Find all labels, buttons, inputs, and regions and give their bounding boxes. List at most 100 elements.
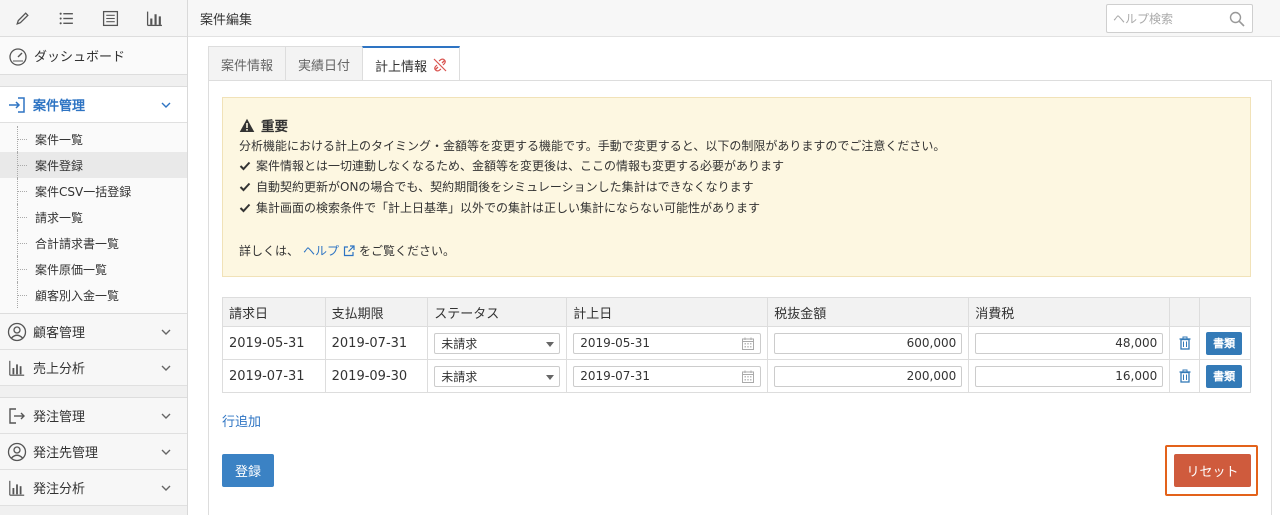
billing-date-cell: 2019-05-31 xyxy=(222,326,326,360)
sidebar-item-order-mgmt[interactable]: 発注管理 xyxy=(0,398,187,434)
case-submenu: 案件一覧 案件登録 案件CSV一括登録 請求一覧 合計請求書一覧 案件原価一覧 … xyxy=(0,123,187,314)
docs-cell: 書類 xyxy=(1199,326,1251,360)
help-link-text: ヘルプ xyxy=(303,244,340,258)
pencil-icon[interactable] xyxy=(0,0,44,37)
tax-input[interactable]: 16,000 xyxy=(975,365,1164,387)
chevron-down-icon xyxy=(161,449,171,455)
sidebar-item-label: 顧客管理 xyxy=(33,326,86,341)
docs-cell: 書類 xyxy=(1199,359,1251,393)
tax-cell: 48,000 xyxy=(968,326,1171,360)
bar-chart-icon[interactable] xyxy=(132,0,176,37)
sidebar-toolbar xyxy=(0,0,187,37)
amount-input[interactable]: 200,000 xyxy=(774,365,963,387)
status-select-value: 未請求 xyxy=(441,369,478,384)
help-prefix: 詳しくは、 xyxy=(239,244,300,258)
delete-cell xyxy=(1169,326,1201,360)
notice-item-text: 自動契約更新がONの場合でも、契約期間後をシミュレーションした集計はできなくなり… xyxy=(256,180,754,194)
sidebar-item-order-analysis[interactable]: 発注分析 xyxy=(0,470,187,506)
sidebar-item-dashboard[interactable]: ダッシュボード xyxy=(0,37,187,75)
status-select[interactable]: 未請求 xyxy=(434,365,561,387)
tab-record-info[interactable]: 計上情報 xyxy=(362,46,461,82)
sidebar-item-customer-payment[interactable]: 顧客別入金一覧 xyxy=(0,282,187,308)
caret-down-icon xyxy=(546,341,555,347)
sidebar-item-label: 案件管理 xyxy=(33,99,86,114)
status-select[interactable]: 未請求 xyxy=(434,332,561,354)
check-icon xyxy=(239,182,251,191)
calendar-icon[interactable] xyxy=(742,337,755,350)
record-date-input[interactable]: 2019-07-31 xyxy=(573,365,762,387)
tab-case-info[interactable]: 案件情報 xyxy=(208,46,287,81)
speedometer-icon xyxy=(8,46,28,66)
search-icon[interactable] xyxy=(1229,11,1245,27)
due-date-cell: 2019-07-31 xyxy=(324,326,429,360)
sidebar-item-invoice-list[interactable]: 請求一覧 xyxy=(0,204,187,230)
help-search-box xyxy=(1106,4,1253,33)
sidebar-item-label: 発注分析 xyxy=(33,482,86,497)
record-date-value: 2019-07-31 xyxy=(580,369,651,383)
chevron-down-icon xyxy=(161,413,171,419)
unlink-icon xyxy=(433,58,447,72)
trash-icon[interactable] xyxy=(1178,369,1192,383)
check-icon xyxy=(239,161,251,170)
help-search-input[interactable] xyxy=(1107,5,1225,32)
sign-in-icon xyxy=(7,95,27,115)
submit-button[interactable]: 登録 xyxy=(222,454,274,487)
calendar-icon[interactable] xyxy=(742,370,755,383)
status-select-value: 未請求 xyxy=(441,336,478,351)
sidebar-item-supplier-mgmt[interactable]: 発注先管理 xyxy=(0,434,187,470)
list-box-icon[interactable] xyxy=(88,0,132,37)
warning-icon xyxy=(239,118,255,132)
important-notice: 重要 分析機能における計上のタイミング・金額等を変更する機能です。手動で変更する… xyxy=(222,97,1251,277)
notice-item-text: 集計画面の検索条件で「計上日基準」以外での集計は正しい集計にならない可能性があり… xyxy=(256,201,761,215)
sidebar-divider xyxy=(0,75,187,87)
billing-date-cell: 2019-07-31 xyxy=(222,359,326,393)
external-link-icon xyxy=(343,244,355,256)
chevron-down-icon xyxy=(161,329,171,335)
sign-out-icon xyxy=(7,406,27,426)
col-due-date: 支払期限 xyxy=(324,297,429,327)
notice-item: 集計画面の検索条件で「計上日基準」以外での集計は正しい集計にならない可能性があり… xyxy=(239,197,1234,218)
status-cell: 未請求 xyxy=(427,359,568,393)
chevron-down-icon xyxy=(161,365,171,371)
notice-description: 分析機能における計上のタイミング・金額等を変更する機能です。手動で変更すると、以… xyxy=(239,139,946,153)
tax-cell: 16,000 xyxy=(968,359,1171,393)
col-delete xyxy=(1169,297,1201,327)
add-row-link[interactable]: 行追加 xyxy=(222,411,261,430)
sidebar-item-case-list[interactable]: 案件一覧 xyxy=(0,126,187,152)
amount-cell: 600,000 xyxy=(767,326,970,360)
notice-item: 案件情報とは一切連動しなくなるため、金額等を変更後は、ここの情報も変更する必要が… xyxy=(239,155,1234,176)
notice-help-line: 詳しくは、 ヘルプ をご覧ください。 xyxy=(239,242,1234,259)
sidebar-item-label: ダッシュボード xyxy=(34,50,126,65)
bar-chart-icon xyxy=(7,478,27,498)
sidebar-item-sales-analysis[interactable]: 売上分析 xyxy=(0,350,187,386)
sidebar-item-customer-mgmt[interactable]: 顧客管理 xyxy=(0,314,187,350)
record-date-cell: 2019-07-31 xyxy=(566,359,769,393)
record-date-input[interactable]: 2019-05-31 xyxy=(573,332,762,354)
sidebar-item-total-invoice[interactable]: 合計請求書一覧 xyxy=(0,230,187,256)
sidebar-item-label: 売上分析 xyxy=(33,362,86,377)
help-link[interactable]: ヘルプ xyxy=(303,242,355,259)
sidebar-item-case-csv[interactable]: 案件CSV一括登録 xyxy=(0,178,187,204)
notice-title-text: 重要 xyxy=(261,119,288,135)
help-suffix: をご覧ください。 xyxy=(359,244,456,258)
list-icon[interactable] xyxy=(44,0,88,37)
reset-button[interactable]: リセット xyxy=(1174,454,1251,487)
sidebar-item-case-mgmt[interactable]: 案件管理 xyxy=(0,87,187,123)
col-status: ステータス xyxy=(427,297,568,327)
user-circle-icon xyxy=(7,322,27,342)
notice-title: 重要 xyxy=(239,116,1234,135)
amount-input[interactable]: 600,000 xyxy=(774,332,963,354)
tab-label: 計上情報 xyxy=(375,59,428,75)
documents-button[interactable]: 書類 xyxy=(1206,331,1243,355)
sidebar-item-case-register[interactable]: 案件登録 xyxy=(0,152,187,178)
trash-icon[interactable] xyxy=(1178,336,1192,350)
tab-bar: 案件情報 実績日付 計上情報 xyxy=(208,46,461,82)
tax-input[interactable]: 48,000 xyxy=(975,332,1164,354)
sidebar-item-case-cost[interactable]: 案件原価一覧 xyxy=(0,256,187,282)
tab-actual-date[interactable]: 実績日付 xyxy=(285,46,364,81)
user-circle-icon xyxy=(7,442,27,462)
documents-button[interactable]: 書類 xyxy=(1206,364,1243,388)
table-row: 2019-07-31 2019-09-30 未請求 2019-07-31 200… xyxy=(222,359,1251,393)
sidebar: ダッシュボード 案件管理 案件一覧 案件登録 案件CSV一括登録 請求一覧 合計… xyxy=(0,0,188,515)
col-billing-date: 請求日 xyxy=(222,297,326,327)
